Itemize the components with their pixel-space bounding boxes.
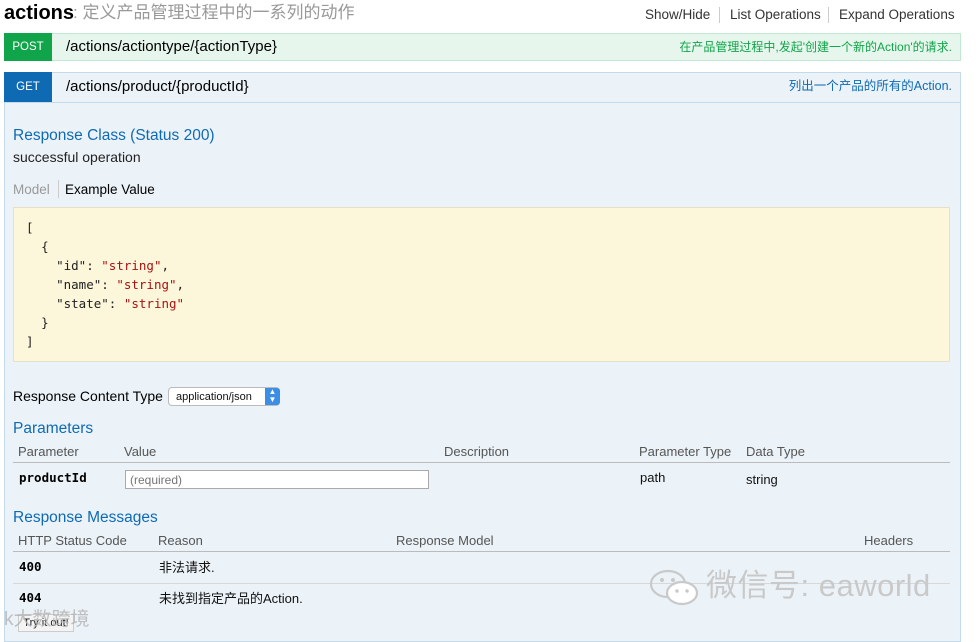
- response-content-type-label: Response Content Type: [13, 388, 163, 404]
- param-header-parameter: Parameter: [18, 444, 79, 459]
- param-header-description: Description: [444, 444, 510, 459]
- show-hide-link[interactable]: Show/Hide: [645, 7, 710, 23]
- param-data-type: string: [746, 472, 778, 487]
- resp-code-400: 400: [19, 559, 42, 574]
- param-header-parameter-type: Parameter Type: [639, 444, 732, 459]
- header-separator: [828, 7, 829, 23]
- resource-name[interactable]: actions: [4, 2, 74, 24]
- param-header-value: Value: [124, 444, 157, 459]
- resp-header-divider: [13, 551, 950, 552]
- param-header-data-type: Data Type: [746, 444, 806, 459]
- example-value-box[interactable]: [ { "id": "string", "name": "string", "s…: [13, 207, 950, 362]
- response-content-type-select[interactable]: application/json: [168, 387, 280, 406]
- resource-description: : 定义产品管理过程中的一系列的动作: [73, 3, 355, 22]
- get-method-badge[interactable]: GET: [4, 72, 52, 102]
- tab-model[interactable]: Model: [13, 181, 50, 198]
- resp-header-reason: Reason: [158, 533, 203, 548]
- parameters-title: Parameters: [13, 420, 94, 437]
- list-operations-link[interactable]: List Operations: [730, 7, 821, 23]
- resp-code-404: 404: [19, 590, 42, 605]
- wechat-logo-icon: [649, 569, 699, 606]
- resp-header-status-code: HTTP Status Code: [18, 533, 127, 548]
- expand-operations-link[interactable]: Expand Operations: [839, 7, 955, 23]
- response-messages-title: Response Messages: [13, 509, 158, 526]
- example-json: [ { "id": "string", "name": "string", "s…: [26, 220, 185, 349]
- post-method-badge[interactable]: POST: [4, 33, 52, 61]
- get-operation-summary[interactable]: 列出一个产品的所有的Action.: [789, 79, 952, 94]
- watermark-wechat-id: 微信号: eaworld: [706, 568, 931, 603]
- resp-header-response-model: Response Model: [396, 533, 494, 548]
- param-type: path: [640, 470, 666, 485]
- post-operation-summary[interactable]: 在产品管理过程中,发起'创建一个新的Action'的请求.: [679, 40, 952, 55]
- tab-example-value[interactable]: Example Value: [65, 181, 155, 198]
- response-class-title: Response Class (Status 200): [13, 127, 215, 144]
- resp-header-headers: Headers: [864, 533, 914, 548]
- header-separator: [719, 7, 720, 23]
- tab-separator: [58, 180, 59, 198]
- get-heading-divider: [4, 102, 961, 103]
- param-header-divider: [13, 462, 950, 463]
- resp-reason-400: 非法请求.: [159, 560, 215, 575]
- param-name: productId: [19, 470, 87, 485]
- watermark-corner: k大数跨境: [4, 609, 90, 630]
- get-operation-path[interactable]: /actions/product/{productId}: [66, 78, 249, 96]
- response-class-description: successful operation: [13, 149, 141, 165]
- post-operation-path[interactable]: /actions/actiontype/{actionType}: [66, 38, 277, 56]
- product-id-input[interactable]: [125, 470, 429, 489]
- select-arrows-icon[interactable]: ▲ ▼: [265, 388, 280, 405]
- resp-reason-404: 未找到指定产品的Action.: [159, 591, 303, 606]
